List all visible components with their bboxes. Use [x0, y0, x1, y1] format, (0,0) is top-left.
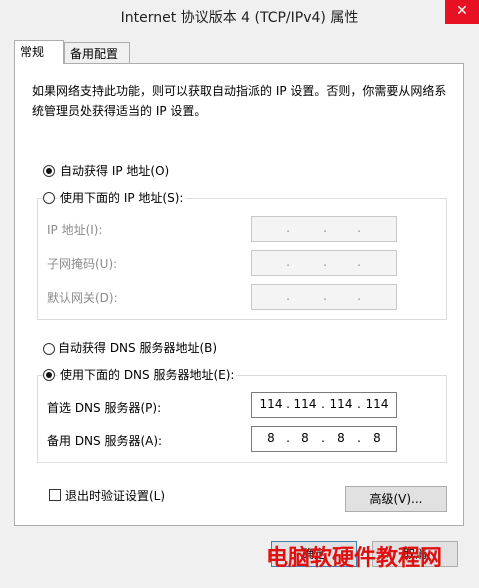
- title-bar: Internet 协议版本 4 (TCP/IPv4) 属性 ✕: [0, 0, 479, 32]
- close-button[interactable]: ✕: [445, 0, 479, 24]
- preferred-dns-label: 首选 DNS 服务器(P):: [47, 401, 162, 415]
- alternate-dns-octet-1: 8: [267, 431, 275, 445]
- watermark-text: 电脑软硬件教程网: [266, 546, 443, 571]
- subnet-mask-field[interactable]: . . .: [251, 250, 397, 276]
- ip-auto-radio[interactable]: [43, 165, 55, 177]
- advanced-button[interactable]: 高级(V)...: [345, 486, 447, 512]
- validate-on-exit-label[interactable]: 退出时验证设置(L): [65, 487, 165, 504]
- general-panel: 如果网络支持此功能，则可以获取自动指派的 IP 设置。否则，你需要从网络系统管理…: [14, 63, 464, 526]
- default-gateway-label: 默认网关(D):: [47, 291, 118, 305]
- close-icon: ✕: [456, 3, 468, 19]
- window-title: Internet 协议版本 4 (TCP/IPv4) 属性: [120, 10, 359, 26]
- alternate-dns-octet-2: 8: [301, 431, 309, 445]
- dns-manual-label[interactable]: 使用下面的 DNS 服务器地址(E):: [58, 366, 237, 383]
- alternate-dns-octet-4: 8: [373, 431, 381, 445]
- validate-on-exit-checkbox[interactable]: [49, 489, 61, 501]
- preferred-dns-field[interactable]: 114 . 114 . 114 . 114: [251, 392, 397, 418]
- dns-auto-label[interactable]: 自动获得 DNS 服务器地址(B): [58, 339, 217, 356]
- preferred-dns-octet-3: 114: [329, 397, 353, 411]
- subnet-mask-label: 子网掩码(U):: [47, 257, 118, 271]
- alternate-dns-octet-3: 8: [337, 431, 345, 445]
- ip-address-label: IP 地址(I):: [47, 223, 103, 237]
- ip-manual-label[interactable]: 使用下面的 IP 地址(S):: [58, 189, 186, 206]
- ip-manual-radio[interactable]: [43, 192, 55, 204]
- preferred-dns-octet-2: 114: [293, 397, 317, 411]
- ip-address-field[interactable]: . . .: [251, 216, 397, 242]
- ip-auto-label[interactable]: 自动获得 IP 地址(O): [60, 162, 169, 179]
- default-gateway-field[interactable]: . . .: [251, 284, 397, 310]
- alternate-dns-label: 备用 DNS 服务器(A):: [47, 434, 163, 448]
- tab-alternate-config[interactable]: 备用配置: [64, 42, 130, 64]
- alternate-dns-field[interactable]: 8 . 8 . 8 . 8: [251, 426, 397, 452]
- tab-general[interactable]: 常规: [14, 40, 64, 64]
- description-text: 如果网络支持此功能，则可以获取自动指派的 IP 设置。否则，你需要从网络系统管理…: [32, 84, 447, 118]
- preferred-dns-octet-1: 114: [259, 397, 283, 411]
- preferred-dns-octet-4: 114: [365, 397, 389, 411]
- dns-auto-radio[interactable]: [43, 343, 55, 355]
- dns-manual-radio[interactable]: [43, 369, 55, 381]
